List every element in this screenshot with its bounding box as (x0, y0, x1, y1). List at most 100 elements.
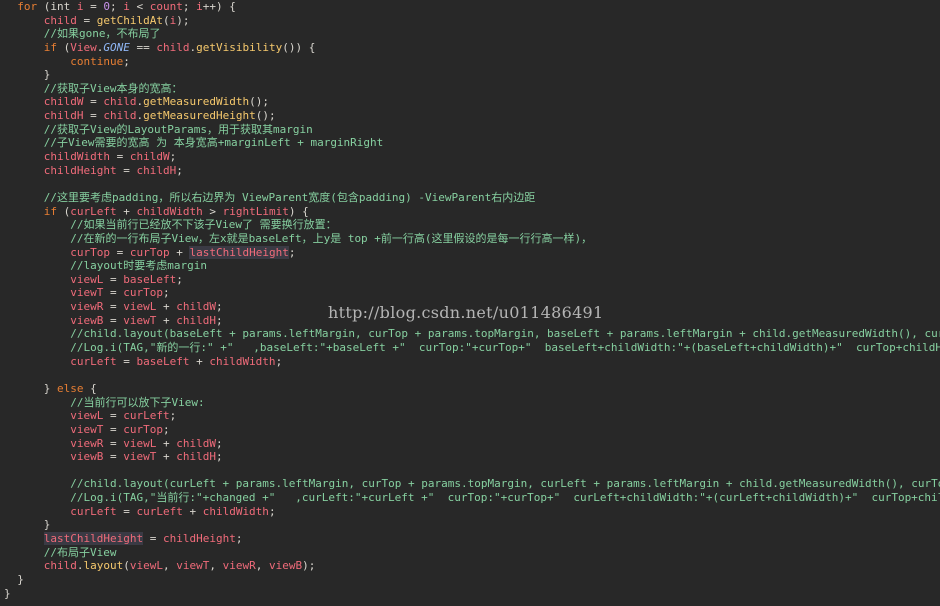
code-token: , (255, 559, 269, 573)
code-token: = (116, 354, 137, 368)
code-comment: //child.layout(curLeft + params.leftMarg… (70, 477, 940, 491)
code-token: child (103, 109, 137, 123)
code-token: viewT (123, 450, 157, 464)
code-line[interactable]: viewB = viewT + childH; (4, 450, 940, 464)
code-line[interactable]: //这里要考虑padding，所以右边界为 ViewParent宽度(包含pad… (4, 191, 940, 205)
code-line[interactable]: //layout时要考虑margin (4, 259, 940, 273)
code-line[interactable]: curLeft = curLeft + childWidth; (4, 505, 940, 519)
code-line[interactable]: //如果gone，不布局了 (4, 27, 940, 41)
code-token: layout (83, 559, 124, 573)
code-area[interactable]: for (int i = 0; i < count; i++) { child … (4, 0, 940, 600)
code-line[interactable]: } else { (4, 382, 940, 396)
code-line[interactable]: } (4, 68, 940, 82)
code-token: curTop (123, 422, 163, 436)
code-token: ; (215, 450, 223, 464)
code-line[interactable]: lastChildHeight = childHeight; (4, 531, 940, 546)
code-token: . (76, 559, 84, 573)
code-token: viewR (70, 300, 104, 314)
code-token: + (182, 504, 203, 518)
code-line[interactable]: if (curLeft + childWidth > rightLimit) { (4, 205, 940, 219)
code-line[interactable] (4, 464, 940, 478)
code-line[interactable]: //如果当前行已经放不下该子View了 需要换行放置： (4, 218, 940, 232)
code-line[interactable]: child.layout(viewL, viewT, viewR, viewB)… (4, 559, 940, 573)
code-token: ; (169, 150, 177, 164)
code-token: ++) { (202, 0, 236, 13)
code-line[interactable]: childW = child.getMeasuredWidth(); (4, 95, 940, 109)
code-token: = (103, 272, 124, 286)
code-token: = (103, 409, 124, 423)
code-token: = (116, 504, 137, 518)
code-comment: //在新的一行布局子View，左x就是baseLeft，上y是 top +前一行… (70, 231, 593, 245)
code-token: = (109, 245, 130, 259)
code-token: viewL (129, 559, 163, 573)
code-comment: //child.layout(baseLeft + params.leftMar… (70, 327, 940, 341)
code-line[interactable]: curTop = curTop + lastChildHeight; (4, 245, 940, 260)
code-token: i (123, 0, 130, 13)
code-token: viewR (222, 559, 256, 573)
code-token: ) { (288, 204, 309, 218)
code-line[interactable] (4, 368, 940, 382)
code-token: } (4, 586, 11, 600)
code-token: if (43, 204, 57, 218)
code-line[interactable]: //child.layout(curLeft + params.leftMarg… (4, 477, 940, 491)
code-token: = (103, 436, 124, 450)
code-line[interactable]: } (4, 573, 940, 587)
code-token: = (143, 531, 163, 545)
code-line[interactable]: } (4, 587, 940, 601)
code-token: childH (176, 313, 216, 327)
code-token: curLeft (70, 354, 117, 368)
code-token: = (103, 286, 124, 300)
code-token: 0 (103, 0, 110, 13)
code-line[interactable] (4, 177, 940, 191)
code-line[interactable]: //Log.i(TAG,"新的一行:" +" ,baseLeft:"+baseL… (4, 341, 940, 355)
code-token: < (129, 0, 150, 13)
code-token: childW (176, 300, 216, 314)
code-editor[interactable]: for (int i = 0; i < count; i++) { child … (0, 0, 940, 606)
code-token: curLeft (136, 504, 183, 518)
code-line[interactable]: for (int i = 0; i < count; i++) { (4, 0, 940, 14)
code-line[interactable]: curLeft = baseLeft + childWidth; (4, 355, 940, 369)
code-line[interactable]: //在新的一行布局子View，左x就是baseLeft，上y是 top +前一行… (4, 232, 940, 246)
code-token: child (43, 13, 77, 27)
code-line[interactable]: //child.layout(baseLeft + params.leftMar… (4, 327, 940, 341)
code-line[interactable]: viewT = curTop; (4, 423, 940, 437)
code-line[interactable]: //子View需要的宽高 为 本身宽高+marginLeft + marginR… (4, 136, 940, 150)
code-line[interactable]: viewL = curLeft; (4, 409, 940, 423)
code-line[interactable]: //Log.i(TAG,"当前行:"+changed +" ,curLeft:"… (4, 491, 940, 505)
code-line[interactable]: viewT = curTop; (4, 286, 940, 300)
code-line[interactable]: childH = child.getMeasuredHeight(); (4, 109, 940, 123)
code-token: ; (275, 354, 283, 368)
code-token: rightLimit (222, 204, 289, 218)
code-token: childW (176, 436, 216, 450)
code-token: curLeft (70, 204, 117, 218)
code-line[interactable]: childWidth = childW; (4, 150, 940, 164)
code-token: for (17, 0, 38, 13)
code-line[interactable]: child = getChildAt(i); (4, 14, 940, 28)
code-line[interactable]: continue; (4, 55, 940, 69)
code-line[interactable]: if (View.GONE == child.getVisibility()) … (4, 41, 940, 55)
code-token: + (169, 245, 190, 259)
code-line[interactable]: //获取子View本身的宽高： (4, 82, 940, 96)
code-line[interactable]: } (4, 518, 940, 532)
code-line[interactable]: childHeight = childH; (4, 164, 940, 178)
code-line[interactable]: //当前行可以放下子View: (4, 396, 940, 410)
code-comment: //这里要考虑padding，所以右边界为 ViewParent宽度(包含pad… (43, 190, 536, 204)
code-token: } (4, 68, 51, 82)
code-token: viewL (123, 436, 157, 450)
code-line[interactable]: viewR = viewL + childW; (4, 437, 940, 451)
code-comment: //如果gone，不布局了 (43, 27, 161, 41)
code-line[interactable]: //布局子View (4, 546, 940, 560)
code-token: viewB (70, 450, 104, 464)
code-line[interactable]: viewL = baseLeft; (4, 273, 940, 287)
code-line[interactable]: //获取子View的LayoutParams，用于获取其margin (4, 123, 940, 137)
code-token: = (103, 313, 124, 327)
